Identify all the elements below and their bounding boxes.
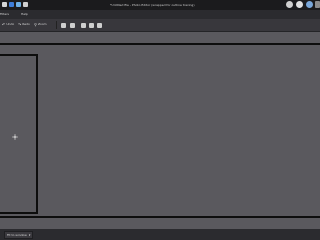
python-icon[interactable] bbox=[9, 2, 14, 7]
chevron-down-icon: ▾ bbox=[28, 233, 31, 237]
toolbar-separator bbox=[56, 21, 57, 29]
undo-icon: ↶ bbox=[2, 22, 6, 27]
zoom-button[interactable]: ⚲ Zoom bbox=[34, 22, 47, 27]
menu-help[interactable]: Help bbox=[21, 13, 28, 16]
canvas-bottom-edge bbox=[0, 216, 320, 218]
app-icon[interactable] bbox=[2, 2, 7, 7]
zoom-icon: ⚲ bbox=[34, 22, 37, 27]
crosshair-icon bbox=[12, 134, 18, 140]
zoom-select[interactable]: Fit to window ▾ bbox=[4, 231, 34, 239]
undo-button[interactable]: ↶ Undo bbox=[2, 22, 14, 27]
user-icon[interactable] bbox=[315, 1, 320, 8]
title-bar: *Untitled file - Photo Editor (wrapped f… bbox=[0, 0, 320, 10]
layer-icon[interactable] bbox=[81, 23, 86, 28]
toolbar: ↶ Undo ↷ Redo ⚲ Zoom bbox=[0, 19, 320, 32]
editor-icon[interactable] bbox=[16, 2, 21, 7]
canvas-top-edge bbox=[0, 43, 320, 45]
redo-button[interactable]: ↷ Redo bbox=[18, 22, 30, 27]
status-bar: Fit to window ▾ bbox=[0, 229, 320, 240]
menu-filters[interactable]: Filters bbox=[0, 13, 9, 16]
cloud-icon[interactable] bbox=[306, 1, 313, 8]
menu-bar: Filters Help bbox=[0, 10, 320, 19]
rotate-right-icon[interactable] bbox=[70, 23, 75, 28]
redo-icon: ↷ bbox=[18, 22, 22, 27]
chrome-icon[interactable] bbox=[286, 1, 293, 8]
rotate-left-icon[interactable] bbox=[61, 23, 66, 28]
duplicate-icon[interactable] bbox=[89, 23, 94, 28]
delete-icon[interactable] bbox=[97, 23, 102, 28]
canvas-page[interactable] bbox=[0, 54, 38, 214]
steam-icon[interactable] bbox=[296, 1, 303, 8]
window-title: *Untitled file - Photo Editor (wrapped f… bbox=[110, 3, 195, 7]
pen-icon[interactable] bbox=[23, 2, 28, 7]
